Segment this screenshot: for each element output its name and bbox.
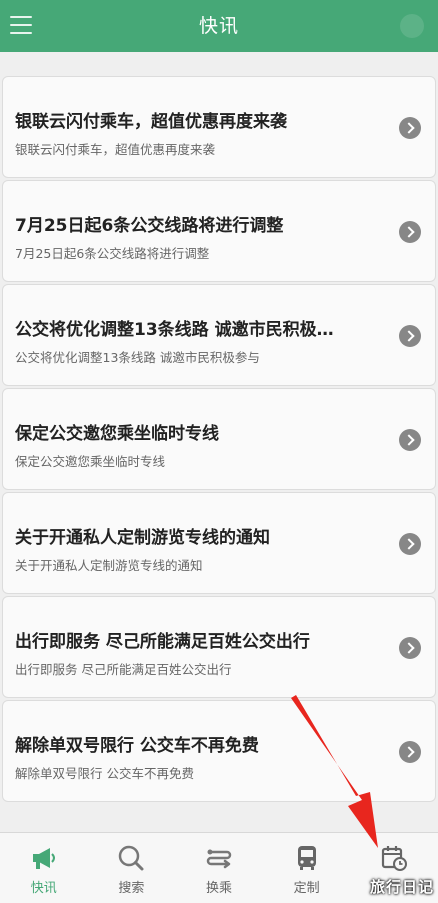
tab-label: 搜索 (118, 881, 145, 896)
news-item[interactable]: 银联云闪付乘车，超值优惠再度来袭 银联云闪付乘车，超值优惠再度来袭 (2, 76, 436, 178)
news-subtitle: 出行即服务 尽己所能满足百姓公交出行 (15, 662, 232, 677)
news-list: 银联云闪付乘车，超值优惠再度来袭 银联云闪付乘车，超值优惠再度来袭 7月25日起… (0, 76, 438, 804)
header-action-icon[interactable] (400, 14, 424, 38)
megaphone-icon (32, 848, 55, 869)
news-item[interactable]: 保定公交邀您乘坐临时专线 保定公交邀您乘坐临时专线 (2, 388, 436, 490)
tab-news[interactable]: 快讯 (0, 833, 88, 903)
tab-custom[interactable]: 定制 (263, 833, 351, 903)
news-item[interactable]: 解除单双号限行 公交车不再免费 解除单双号限行 公交车不再免费 (2, 700, 436, 802)
news-title: 关于开通私人定制游览专线的通知 (15, 528, 270, 548)
news-title: 公交将优化调整13条线路 诚邀市民积极… (15, 320, 334, 340)
news-subtitle: 银联云闪付乘车，超值优惠再度来袭 (15, 142, 216, 157)
tab-label: 换乘 (205, 881, 232, 896)
tab-transfer[interactable]: 换乘 (175, 833, 263, 903)
news-subtitle: 关于开通私人定制游览专线的通知 (15, 558, 203, 573)
news-item[interactable]: 7月25日起6条公交线路将进行调整 7月25日起6条公交线路将进行调整 (2, 180, 436, 282)
news-subtitle: 保定公交邀您乘坐临时专线 (15, 454, 166, 469)
news-item[interactable]: 关于开通私人定制游览专线的通知 关于开通私人定制游览专线的通知 (2, 492, 436, 594)
tab-label: 定制 (293, 881, 320, 896)
news-subtitle: 7月25日起6条公交线路将进行调整 (15, 246, 210, 261)
tab-label: 快讯 (30, 881, 57, 896)
chevron-right-icon[interactable] (399, 221, 421, 243)
chevron-right-icon[interactable] (399, 533, 421, 555)
news-subtitle: 公交将优化调整13条线路 诚邀市民积极参与 (15, 350, 260, 365)
chevron-right-icon[interactable] (399, 325, 421, 347)
news-title: 保定公交邀您乘坐临时专线 (15, 424, 219, 444)
news-subtitle: 解除单双号限行 公交车不再免费 (15, 766, 194, 781)
tab-search[interactable]: 搜索 (88, 833, 176, 903)
top-bar: 快讯 (0, 0, 438, 52)
news-title: 解除单双号限行 公交车不再免费 (15, 736, 259, 756)
bus-icon (297, 846, 316, 870)
calendar-clock-icon (382, 846, 408, 871)
chevron-right-icon[interactable] (399, 637, 421, 659)
page-title: 快讯 (198, 15, 239, 37)
chevron-right-icon[interactable] (399, 741, 421, 763)
news-title: 7月25日起6条公交线路将进行调整 (15, 216, 284, 236)
chevron-right-icon[interactable] (399, 117, 421, 139)
news-title: 银联云闪付乘车，超值优惠再度来袭 (15, 112, 287, 132)
chevron-right-icon[interactable] (399, 429, 421, 451)
news-title: 出行即服务 尽己所能满足百姓公交出行 (15, 632, 310, 652)
transfer-icon (206, 849, 232, 869)
search-icon (119, 845, 144, 871)
news-item[interactable]: 公交将优化调整13条线路 诚邀市民积极… 公交将优化调整13条线路 诚邀市民积极… (2, 284, 436, 386)
news-item[interactable]: 出行即服务 尽己所能满足百姓公交出行 出行即服务 尽己所能满足百姓公交出行 (2, 596, 436, 698)
watermark: 旅行日记 (369, 878, 434, 896)
app-screen: 快讯 银联云闪付乘车，超值优惠再度来袭 银联云闪付乘车，超值优惠再度来袭 7月2… (0, 0, 438, 903)
